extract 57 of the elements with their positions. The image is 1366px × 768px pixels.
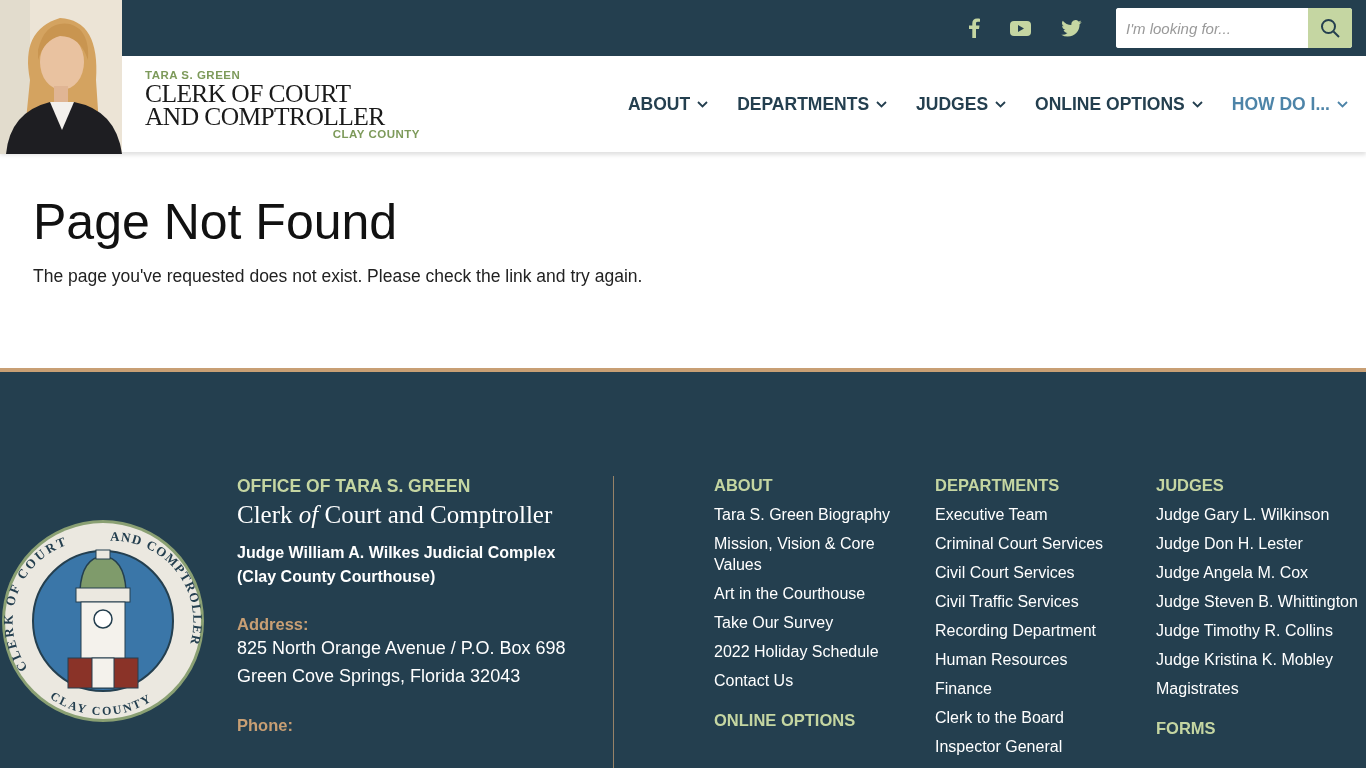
- phone-label: Phone:: [237, 716, 294, 735]
- footer-link[interactable]: Recording Department: [935, 620, 1138, 641]
- footer-link[interactable]: Take Our Survey: [714, 612, 917, 633]
- nav-menu-item[interactable]: JUDGES: [916, 93, 1007, 115]
- footer-link[interactable]: Executive Team: [935, 504, 1138, 525]
- nav-menu-item[interactable]: DEPARTMENTS: [737, 93, 888, 115]
- footer-link[interactable]: Judge Timothy R. Collins: [1156, 620, 1359, 641]
- footer-link[interactable]: Criminal Court Services: [935, 533, 1138, 554]
- chevron-down-icon: [876, 100, 888, 108]
- chevron-down-icon: [1191, 100, 1203, 108]
- facebook-icon[interactable]: [969, 18, 980, 38]
- footer-link[interactable]: Judge Angela M. Cox: [1156, 562, 1359, 583]
- logo-title: AND COMPTROLLER: [145, 104, 385, 128]
- footer-link[interactable]: 2022 Holiday Schedule: [714, 641, 917, 662]
- search-button[interactable]: [1308, 8, 1352, 48]
- footer-link[interactable]: Judge Kristina K. Mobley: [1156, 649, 1359, 670]
- building-name: Judge William A. Wilkes Judicial Complex (Clay County Courthouse): [237, 543, 557, 587]
- footer-link[interactable]: Judge Gary L. Wilkinson: [1156, 504, 1359, 525]
- footer-link[interactable]: Human Resources: [935, 649, 1138, 670]
- footer-link[interactable]: Contact Us: [714, 670, 917, 691]
- footer-link[interactable]: Finance: [935, 678, 1138, 699]
- address-line: Green Cove Springs, Florida 32043: [237, 665, 522, 688]
- bird-icon[interactable]: [1061, 19, 1082, 37]
- footer-link[interactable]: Judge Steven B. Whittington: [1156, 591, 1359, 612]
- footer-heading: ABOUT: [714, 476, 774, 495]
- footer-link[interactable]: Inspector General: [935, 736, 1138, 757]
- office-title: Clerk of Court and Comptroller: [237, 501, 554, 529]
- footer-link[interactable]: Judge Don H. Lester: [1156, 533, 1359, 554]
- footer-heading: ONLINE OPTIONS: [714, 711, 857, 730]
- logo-name: TARA S. GREEN: [145, 68, 242, 81]
- footer-link[interactable]: Magistrates: [1156, 678, 1359, 699]
- logo-county: CLAY COUNTY: [332, 127, 420, 140]
- logo-title: CLERK OF COURT: [145, 81, 352, 105]
- footer-link[interactable]: Tara S. Green Biography: [714, 504, 917, 525]
- search-icon: [1320, 18, 1340, 38]
- page-title: Page Not Found: [33, 193, 399, 252]
- error-message: The page you've requested does not exist. Please check the link and try again.: [33, 266, 644, 287]
- footer-link[interactable]: Civil Court Services: [935, 562, 1138, 583]
- nav-menu-item[interactable]: ONLINE OPTIONS: [1035, 93, 1203, 115]
- address-line: 825 North Orange Avenue / P.O. Box 698: [237, 637, 567, 660]
- chevron-down-icon: [697, 100, 709, 108]
- nav-menu-item[interactable]: HOW DO I...: [1231, 93, 1348, 115]
- footer-heading: JUDGES: [1156, 476, 1225, 495]
- footer-link[interactable]: Civil Traffic Services: [935, 591, 1138, 612]
- footer-link[interactable]: Art in the Courthouse: [714, 583, 917, 604]
- search-field[interactable]: I'm looking for...: [1116, 8, 1352, 48]
- chevron-down-icon: [1337, 100, 1348, 108]
- footer-heading: OFFICE OF TARA S. GREEN: [237, 476, 472, 497]
- footer-link[interactable]: Mission, Vision & Core Values: [714, 533, 917, 575]
- footer-heading: FORMS: [1156, 719, 1217, 738]
- address-label: Address:: [237, 615, 310, 634]
- seal-text: CLAY COUNTY: [47, 688, 155, 719]
- chevron-down-icon: [995, 100, 1007, 108]
- footer-heading: DEPARTMENTS: [935, 476, 1061, 495]
- nav-menu-item[interactable]: ABOUT: [627, 93, 709, 115]
- footer-link[interactable]: Clerk to the Board: [935, 707, 1138, 728]
- video-play-icon[interactable]: [1010, 20, 1031, 36]
